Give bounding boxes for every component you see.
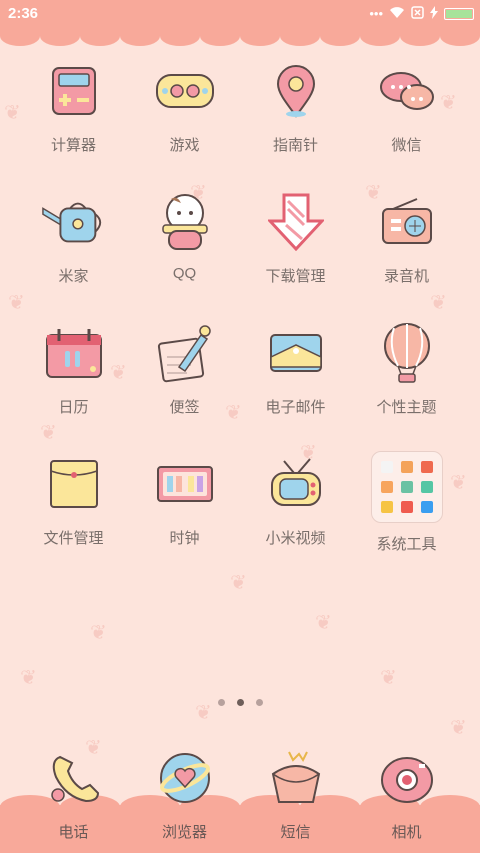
app-notes[interactable]: 便签 <box>129 314 240 445</box>
app-recorder[interactable]: 录音机 <box>351 183 462 314</box>
note-pencil-icon <box>152 320 218 386</box>
status-time: 2:36 <box>8 5 39 22</box>
app-label: 系统工具 <box>376 536 437 553</box>
app-qq[interactable]: QQ <box>129 183 240 314</box>
app-mi-video[interactable]: 小米视频 <box>240 445 351 576</box>
app-label: 个性主题 <box>376 399 437 416</box>
app-files[interactable]: 文件管理 <box>18 445 129 576</box>
dock-phone[interactable]: 电话 <box>18 745 129 842</box>
app-label: 浏览器 <box>161 824 207 841</box>
envelope-icon <box>263 320 329 386</box>
app-system-tools-folder[interactable]: 系统工具 <box>351 445 462 576</box>
battery-icon <box>444 8 474 20</box>
app-label: 微信 <box>391 137 422 154</box>
tv-icon <box>263 451 329 517</box>
app-calculator[interactable]: 计算器 <box>18 52 129 183</box>
app-label: 米家 <box>58 268 89 285</box>
hot-air-balloon-icon <box>374 320 440 386</box>
penguin-icon <box>152 189 218 255</box>
message-bag-icon <box>263 745 329 811</box>
more-dots-icon: ••• <box>369 6 383 21</box>
butterfly-icon: ❦ <box>315 612 332 634</box>
page-dot[interactable] <box>255 699 263 706</box>
app-label: 小米视频 <box>265 530 326 547</box>
page-dot-active[interactable] <box>236 699 244 706</box>
dock-camera[interactable]: 相机 <box>351 745 462 842</box>
dock: 电话 浏览器 短信 相机 <box>18 745 462 842</box>
browser-globe-icon <box>152 745 218 811</box>
app-label: 下载管理 <box>265 268 326 285</box>
app-themes[interactable]: 个性主题 <box>351 314 462 445</box>
calendar-icon <box>41 320 107 386</box>
charging-icon <box>430 6 438 22</box>
dock-browser[interactable]: 浏览器 <box>129 745 240 842</box>
app-label: 游戏 <box>169 137 200 154</box>
gamepad-icon <box>152 58 218 124</box>
app-label: 电话 <box>58 824 89 841</box>
no-sim-icon <box>411 6 424 22</box>
butterfly-icon: ❦ <box>380 667 397 689</box>
status-bar-scallop <box>0 26 480 46</box>
wifi-icon <box>389 6 405 22</box>
folder-icon <box>41 451 107 517</box>
app-label: 文件管理 <box>43 530 104 547</box>
chat-bubbles-icon <box>374 58 440 124</box>
phone-icon <box>41 745 107 811</box>
app-label: 日历 <box>58 399 89 416</box>
app-label: 便签 <box>169 399 200 416</box>
app-label: 指南针 <box>272 137 318 154</box>
butterfly-icon: ❦ <box>20 667 37 689</box>
watering-can-icon <box>41 189 107 255</box>
download-arrow-icon <box>263 189 329 255</box>
app-mijia[interactable]: 米家 <box>18 183 129 314</box>
app-label: 计算器 <box>50 137 96 154</box>
app-grid: 计算器 游戏 指南针 微信 米家 QQ 下载管理 录音机 日历 便签 电子邮件 … <box>18 52 462 576</box>
app-calendar[interactable]: 日历 <box>18 314 129 445</box>
status-icons: ••• <box>369 6 474 22</box>
page-dot[interactable] <box>217 699 225 706</box>
clock-icon <box>152 451 218 517</box>
app-label: 录音机 <box>383 268 429 285</box>
app-folder-icon <box>370 451 443 523</box>
app-compass[interactable]: 指南针 <box>240 52 351 183</box>
app-label: QQ <box>172 265 197 282</box>
radio-icon <box>374 189 440 255</box>
app-clock[interactable]: 时钟 <box>129 445 240 576</box>
app-label: 短信 <box>280 824 311 841</box>
compass-pin-icon <box>263 58 329 124</box>
app-label: 电子邮件 <box>265 399 326 416</box>
app-label: 相机 <box>391 824 422 841</box>
app-downloads[interactable]: 下载管理 <box>240 183 351 314</box>
app-email[interactable]: 电子邮件 <box>240 314 351 445</box>
dock-messages[interactable]: 短信 <box>240 745 351 842</box>
butterfly-icon: ❦ <box>90 622 107 644</box>
calculator-icon <box>41 58 107 124</box>
app-label: 时钟 <box>169 530 200 547</box>
page-indicator[interactable] <box>0 699 480 706</box>
app-wechat[interactable]: 微信 <box>351 52 462 183</box>
app-games[interactable]: 游戏 <box>129 52 240 183</box>
camera-donut-icon <box>374 745 440 811</box>
butterfly-icon: ❦ <box>450 717 467 739</box>
